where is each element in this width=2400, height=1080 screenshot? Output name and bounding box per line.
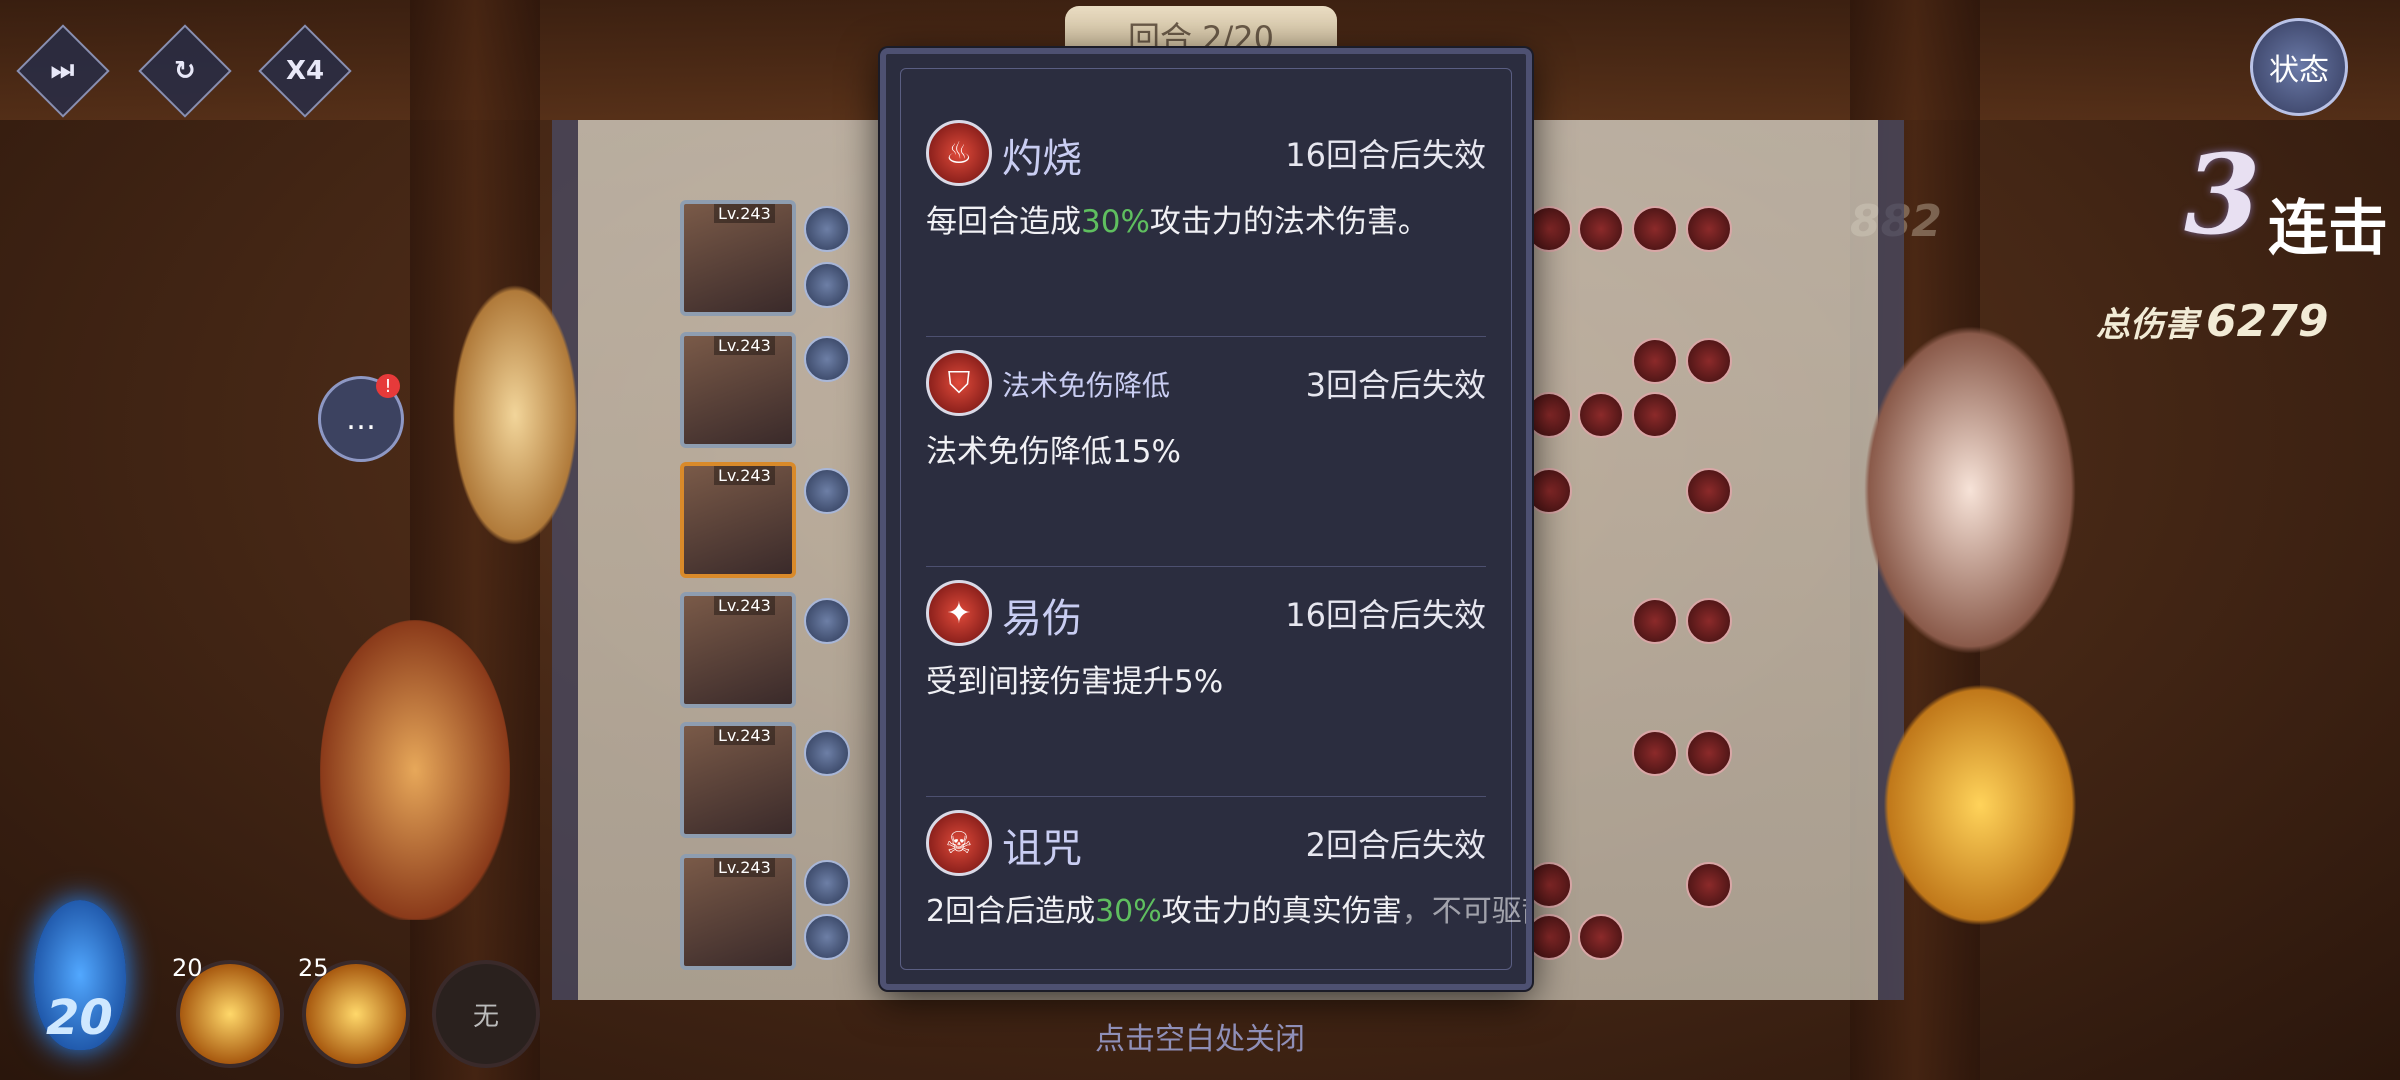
- flame-icon: ♨: [926, 120, 992, 186]
- status-effects-popup: ♨ 灼烧 16回合后失效 每回合造成30%攻击力的法术伤害。 ⛉ 法术免伤降低 …: [880, 48, 1532, 990]
- effect-duration: 3回合后失效: [1305, 366, 1486, 404]
- total-damage-label: 总伤害: [2096, 305, 2198, 345]
- effect-name: 诅咒: [1002, 826, 1082, 872]
- combo-text: 连击: [2268, 194, 2388, 264]
- chat-notification-badge: !: [376, 374, 400, 398]
- hero-portrait[interactable]: Lv.243: [680, 854, 796, 970]
- effect-description: 每回合造成30%攻击力的法术伤害。: [926, 204, 1429, 240]
- chat-icon: …: [346, 401, 376, 437]
- buff-icon[interactable]: [804, 206, 850, 252]
- effect-description: 2回合后造成30%攻击力的真实伤害，不可驱散: [926, 894, 1526, 929]
- effect-name: 法术免伤降低: [1002, 369, 1171, 402]
- divider: [926, 566, 1486, 567]
- debuff-icon[interactable]: [1686, 730, 1732, 776]
- buff-icon[interactable]: [804, 468, 850, 514]
- curse-icon: ☠: [926, 810, 992, 876]
- debuff-icon[interactable]: [1686, 862, 1732, 908]
- status-effect-magic-resist-down: ⛉ 法术免伤降低 3回合后失效 法术免伤降低15%: [926, 350, 1486, 471]
- debuff-icon[interactable]: [1686, 338, 1732, 384]
- status-button[interactable]: 状态: [2250, 18, 2348, 116]
- debuff-icon[interactable]: [1632, 730, 1678, 776]
- debuff-icon[interactable]: [1526, 468, 1572, 514]
- debuff-icon[interactable]: [1632, 206, 1678, 252]
- status-effect-burn: ♨ 灼烧 16回合后失效 每回合造成30%攻击力的法术伤害。: [926, 120, 1486, 241]
- buff-icon[interactable]: [804, 262, 850, 308]
- buff-icon[interactable]: [804, 730, 850, 776]
- skill-cost: 25: [298, 954, 329, 982]
- debuff-icon[interactable]: [1686, 206, 1732, 252]
- combo-count: 3: [2184, 130, 2261, 259]
- buff-icon[interactable]: [804, 336, 850, 382]
- vulnerable-icon: ✦: [926, 580, 992, 646]
- skill-cost: 20: [172, 954, 203, 982]
- debuff-icon[interactable]: [1632, 598, 1678, 644]
- enemy-character[interactable]: [1880, 680, 2080, 930]
- buff-icon[interactable]: [804, 860, 850, 906]
- total-damage-value: 6279: [2206, 296, 2329, 347]
- debuff-icon[interactable]: [1578, 206, 1624, 252]
- ally-character[interactable]: [320, 620, 510, 920]
- ally-character[interactable]: [450, 280, 580, 550]
- debuff-icon[interactable]: [1578, 914, 1624, 960]
- skip-icon: ⏭: [51, 55, 75, 86]
- close-hint[interactable]: 点击空白处关闭: [0, 1014, 2400, 1058]
- effect-duration: 16回合后失效: [1285, 596, 1486, 634]
- loop-icon: ↻: [174, 55, 196, 86]
- effect-description: 法术免伤降低15%: [926, 434, 1181, 470]
- debuff-icon[interactable]: [1686, 468, 1732, 514]
- status-effect-curse: ☠ 诅咒 2回合后失效 2回合后造成30%攻击力的真实伤害，不可驱散: [926, 810, 1526, 930]
- debuff-icon[interactable]: [1686, 598, 1732, 644]
- effect-duration: 2回合后失效: [1305, 826, 1486, 864]
- effect-name: 易伤: [1002, 596, 1082, 642]
- debuff-icon[interactable]: [1526, 914, 1572, 960]
- debuff-icon[interactable]: [1526, 206, 1572, 252]
- enemy-character[interactable]: [1860, 320, 2080, 660]
- total-damage: 总伤害 6279: [2096, 296, 2328, 347]
- buff-icon[interactable]: [804, 914, 850, 960]
- divider: [926, 336, 1486, 337]
- hero-portrait[interactable]: Lv.243: [680, 722, 796, 838]
- debuff-icon[interactable]: [1632, 392, 1678, 438]
- hero-portrait[interactable]: Lv.243: [680, 200, 796, 316]
- status-effect-vulnerable: ✦ 易伤 16回合后失效 受到间接伤害提升5%: [926, 580, 1486, 701]
- hero-portrait[interactable]: Lv.243: [680, 462, 796, 578]
- debuff-icon[interactable]: [1526, 862, 1572, 908]
- effect-name: 灼烧: [1002, 136, 1082, 182]
- combo-counter: 3 连击: [2180, 130, 2400, 280]
- debuff-icon[interactable]: [1632, 338, 1678, 384]
- debuff-icon[interactable]: [1578, 392, 1624, 438]
- hero-portrait[interactable]: Lv.243: [680, 592, 796, 708]
- effect-duration: 16回合后失效: [1285, 136, 1486, 174]
- buff-icon[interactable]: [804, 598, 850, 644]
- effect-description: 受到间接伤害提升5%: [926, 664, 1224, 700]
- divider: [926, 796, 1486, 797]
- debuff-icon[interactable]: [1526, 392, 1572, 438]
- shield-down-icon: ⛉: [926, 350, 992, 416]
- hero-portrait[interactable]: Lv.243: [680, 332, 796, 448]
